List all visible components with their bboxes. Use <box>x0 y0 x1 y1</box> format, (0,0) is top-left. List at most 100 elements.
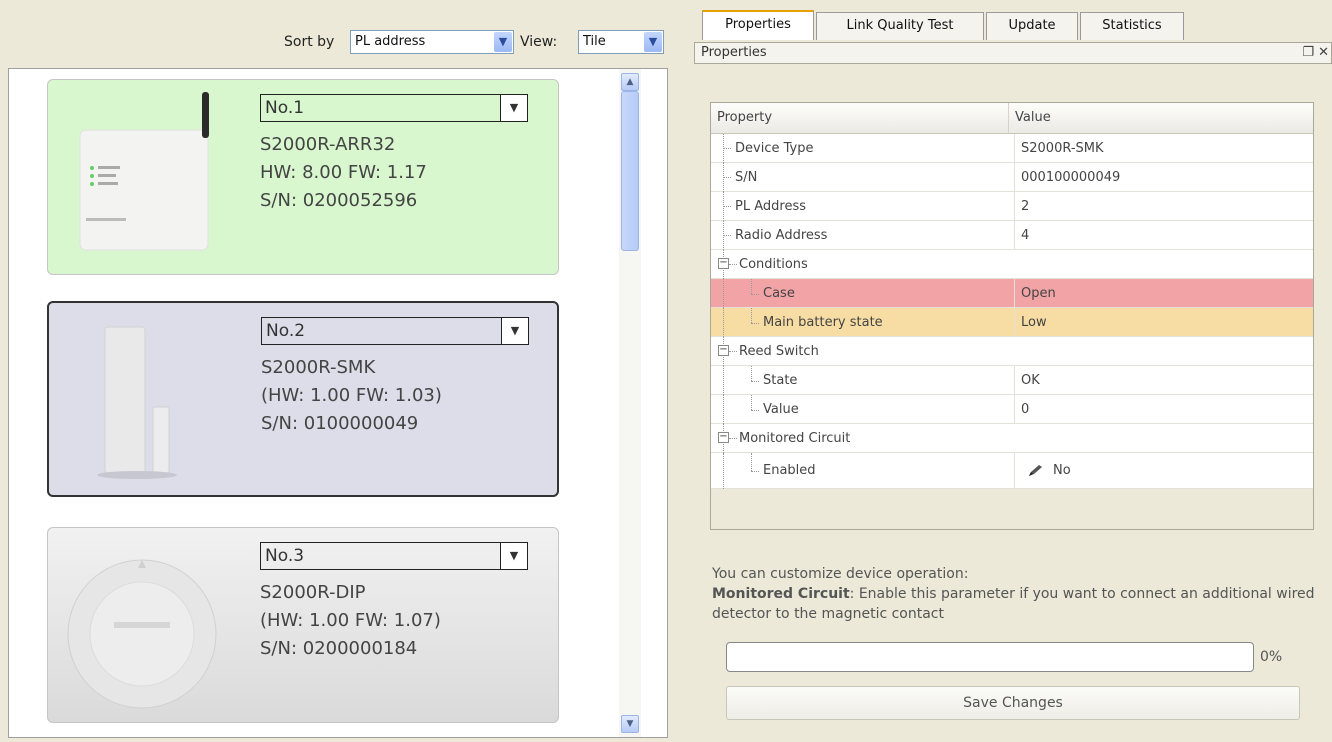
scrollbar-thumb[interactable] <box>621 91 639 251</box>
parameter-description: You can customize device operation: Moni… <box>712 564 1322 624</box>
pencil-icon[interactable] <box>1027 464 1043 478</box>
property-value-text: S2000R-SMK <box>1021 141 1104 156</box>
property-row[interactable]: S/N 000100000049 <box>711 163 1313 192</box>
device-model: S2000R-DIP <box>260 582 366 603</box>
tree-line <box>751 308 752 323</box>
tree-elbow <box>751 409 759 411</box>
property-row[interactable]: Value 0 <box>711 395 1313 424</box>
tree-line <box>723 279 724 308</box>
tab-statistics[interactable]: Statistics <box>1080 12 1184 40</box>
device-serial: S/N: 0200052596 <box>260 190 418 211</box>
property-name: PL Address <box>735 199 806 214</box>
chevron-down-icon[interactable]: ▼ <box>501 318 528 344</box>
property-name: Monitored Circuit <box>739 431 851 446</box>
chevron-down-icon[interactable]: ▼ <box>500 95 527 121</box>
tab-update[interactable]: Update <box>986 12 1078 40</box>
tree-line <box>723 453 724 489</box>
sort-select[interactable]: PL address ▼ <box>350 30 514 54</box>
view-label: View: <box>520 34 558 50</box>
chevron-down-icon[interactable]: ▼ <box>644 32 662 52</box>
property-name: Enabled <box>763 463 816 478</box>
tree-elbow <box>751 293 759 295</box>
device-number-select[interactable]: No.1 ▼ <box>260 94 528 122</box>
property-row[interactable]: Device Type S2000R-SMK <box>711 134 1313 163</box>
property-row[interactable]: − Conditions <box>711 250 1313 279</box>
property-row[interactable]: Radio Address 4 <box>711 221 1313 250</box>
sort-toolbar: Sort by PL address ▼ View: Tile ▼ <box>0 20 690 60</box>
device-image-dip <box>67 559 217 709</box>
property-name: Reed Switch <box>739 344 819 359</box>
property-value-text: Low <box>1021 315 1047 330</box>
device-list-panel: Sort by PL address ▼ View: Tile ▼ No.1 ▼ <box>0 0 690 742</box>
collapse-icon[interactable]: − <box>718 345 729 356</box>
device-number: No.2 <box>266 321 306 341</box>
header-property[interactable]: Property <box>711 103 1013 133</box>
property-value-text: OK <box>1021 373 1040 388</box>
property-value: S2000R-SMK <box>1014 134 1104 163</box>
device-hw-fw: (HW: 1.00 FW: 1.07) <box>260 610 441 631</box>
property-name: Case <box>763 286 795 301</box>
view-select[interactable]: Tile ▼ <box>578 30 664 54</box>
scroll-down-button[interactable]: ▼ <box>621 715 639 733</box>
grid-header: Property Value <box>711 103 1313 134</box>
device-number-select[interactable]: No.2 ▼ <box>261 317 529 345</box>
property-value-text: 2 <box>1021 199 1030 214</box>
device-tile-list[interactable]: No.1 ▼ S2000R-ARR32 HW: 8.00 FW: 1.17 S/… <box>8 68 668 738</box>
description-param: Monitored Circuit <box>712 586 850 602</box>
tab-properties[interactable]: Properties <box>702 10 814 40</box>
save-changes-button[interactable]: Save Changes <box>726 686 1300 720</box>
tree-line <box>751 366 752 381</box>
tree-elbow <box>729 438 737 439</box>
chevron-down-icon[interactable]: ▼ <box>494 32 512 52</box>
property-value-text: Open <box>1021 286 1056 301</box>
device-number: No.1 <box>265 98 305 118</box>
panel-window-controls[interactable]: ❐ ✕ <box>1302 43 1329 63</box>
tree-elbow <box>723 235 731 236</box>
vertical-scrollbar[interactable]: ▲ ▼ <box>619 69 641 737</box>
property-row[interactable]: Enabled No <box>711 453 1313 489</box>
property-name: S/N <box>735 170 758 185</box>
property-value: 2 <box>1014 192 1029 221</box>
property-value[interactable]: No <box>1014 453 1071 489</box>
collapse-icon[interactable]: − <box>718 432 729 443</box>
sort-value: PL address <box>355 34 426 49</box>
property-row[interactable]: PL Address 2 <box>711 192 1313 221</box>
description-intro: You can customize device operation: <box>712 566 969 582</box>
device-card-2[interactable]: No.2 ▼ S2000R-SMK (HW: 1.00 FW: 1.03) S/… <box>47 301 559 497</box>
tree-elbow <box>729 351 737 352</box>
tree-line <box>723 366 724 395</box>
device-model: S2000R-SMK <box>261 357 376 378</box>
property-row[interactable]: State OK <box>711 366 1313 395</box>
property-name: Main battery state <box>763 315 883 330</box>
tab-link-quality-test[interactable]: Link Quality Test <box>816 12 984 40</box>
description-body: Monitored Circuit: Enable this parameter… <box>712 584 1322 624</box>
property-row[interactable]: − Monitored Circuit <box>711 424 1313 453</box>
scroll-up-button[interactable]: ▲ <box>621 73 639 91</box>
chevron-down-icon[interactable]: ▼ <box>500 543 527 569</box>
property-row[interactable]: − Reed Switch <box>711 337 1313 366</box>
device-image-arr32 <box>60 90 242 262</box>
device-number-select[interactable]: No.3 ▼ <box>260 542 528 570</box>
property-name: State <box>763 373 798 388</box>
device-hw-fw: (HW: 1.00 FW: 1.03) <box>261 385 442 406</box>
property-name: Device Type <box>735 141 814 156</box>
property-value: Open <box>1014 279 1056 308</box>
progress-percent: 0% <box>1260 649 1283 665</box>
property-row[interactable]: Main battery state Low <box>711 308 1313 337</box>
device-model: S2000R-ARR32 <box>260 134 396 155</box>
property-name: Conditions <box>739 257 808 272</box>
property-value-text: 0 <box>1021 402 1030 417</box>
properties-panel: Properties Link Quality Test Update Stat… <box>690 0 1332 742</box>
property-value <box>1014 250 1020 278</box>
properties-title-bar: Properties ❐ ✕ <box>694 42 1332 64</box>
header-value[interactable]: Value <box>1008 103 1315 133</box>
property-value: 000100000049 <box>1014 163 1120 192</box>
collapse-icon[interactable]: − <box>718 258 729 269</box>
device-card-1[interactable]: No.1 ▼ S2000R-ARR32 HW: 8.00 FW: 1.17 S/… <box>47 79 559 275</box>
device-serial: S/N: 0100000049 <box>261 413 419 434</box>
property-grid: Property Value Device Type S2000R-SMK S/N 0… <box>710 102 1314 530</box>
property-row[interactable]: Case Open <box>711 279 1313 308</box>
panel-title: Properties <box>701 45 767 60</box>
device-card-3[interactable]: No.3 ▼ S2000R-DIP (HW: 1.00 FW: 1.07) S/… <box>47 527 559 723</box>
property-name: Radio Address <box>735 228 828 243</box>
